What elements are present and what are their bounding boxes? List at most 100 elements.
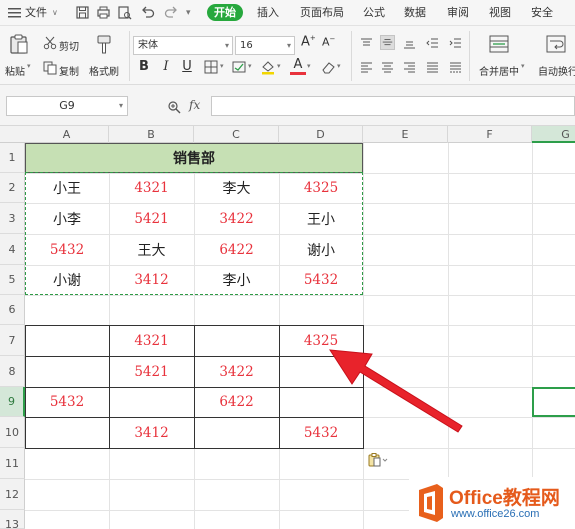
italic-icon[interactable]: I <box>158 59 174 75</box>
table2-cell[interactable]: 5421 <box>109 356 194 387</box>
scissors-icon[interactable] <box>43 36 57 50</box>
hamburger-menu-icon[interactable] <box>7 5 22 20</box>
row-header-3[interactable]: 3 <box>0 203 25 234</box>
table2-cell[interactable]: 5432 <box>25 387 109 417</box>
table2-cell[interactable]: 5432 <box>279 417 363 448</box>
row-header-1[interactable]: 1 <box>0 143 25 173</box>
table2-cell[interactable]: 3412 <box>109 417 194 448</box>
bold-icon[interactable]: B <box>136 59 152 75</box>
chevron-down-icon[interactable]: ▾ <box>220 62 224 70</box>
borders-icon[interactable] <box>203 59 219 75</box>
tab-view[interactable]: 视图 <box>489 0 511 26</box>
name-box[interactable]: G9 ▾ <box>6 96 128 116</box>
wrap-text-button[interactable]: 自动换行 <box>538 63 575 78</box>
clear-format-icon[interactable] <box>320 59 336 75</box>
align-middle-icon[interactable] <box>380 35 395 50</box>
font-name-select[interactable]: 宋体 ▾ <box>133 36 233 55</box>
tab-page-layout[interactable]: 页面布局 <box>300 0 344 26</box>
customize-toolbar-icon[interactable]: ▾ <box>186 0 191 26</box>
table2-cell[interactable] <box>25 356 109 387</box>
row-header-8[interactable]: 8 <box>0 356 25 387</box>
merged-title-cell[interactable]: 销售部 <box>25 143 363 173</box>
menu-file[interactable]: 文件 <box>25 0 47 26</box>
print-icon[interactable] <box>117 5 132 20</box>
format-painter-icon[interactable] <box>96 33 112 55</box>
row-header-11[interactable]: 11 <box>0 448 25 479</box>
tab-security[interactable]: 安全 <box>531 0 553 26</box>
distributed-align-icon[interactable] <box>448 60 463 75</box>
chevron-down-icon[interactable]: ▾ <box>337 62 341 70</box>
column-header-e[interactable]: E <box>363 126 448 143</box>
column-header-a[interactable]: A <box>25 126 109 143</box>
table2-cell[interactable]: 6422 <box>194 387 279 417</box>
chevron-down-icon[interactable]: ▾ <box>307 62 311 70</box>
table2-cell[interactable] <box>25 417 109 448</box>
tab-insert[interactable]: 插入 <box>257 0 279 26</box>
chevron-down-icon[interactable]: ▾ <box>521 62 525 70</box>
save-icon[interactable] <box>75 5 90 20</box>
align-center-icon[interactable] <box>380 60 395 75</box>
active-cell-selection[interactable] <box>532 387 575 417</box>
table2-cell[interactable]: 3422 <box>194 356 279 387</box>
table2-cell[interactable] <box>194 417 279 448</box>
column-header-d[interactable]: D <box>279 126 363 143</box>
fill-color-icon[interactable] <box>260 59 276 75</box>
chevron-down-icon[interactable]: ▾ <box>248 62 252 70</box>
tab-formula[interactable]: 公式 <box>363 0 385 26</box>
paste-options-icon[interactable] <box>368 453 390 467</box>
zoom-icon[interactable] <box>167 100 181 114</box>
paste-icon[interactable] <box>9 33 29 55</box>
wrap-text-icon[interactable] <box>545 33 567 55</box>
column-header-f[interactable]: F <box>448 126 532 143</box>
align-left-icon[interactable] <box>359 60 374 75</box>
row-header-2[interactable]: 2 <box>0 173 25 203</box>
table2-cell[interactable] <box>279 356 363 387</box>
redo-icon[interactable] <box>164 5 179 20</box>
tab-review[interactable]: 审阅 <box>447 0 469 26</box>
font-color-icon[interactable]: A <box>290 57 306 75</box>
paste-button[interactable]: 粘贴 <box>5 63 25 78</box>
align-top-icon[interactable] <box>359 36 374 51</box>
row-header-4[interactable]: 4 <box>0 234 25 265</box>
column-header-g[interactable]: G <box>532 126 575 143</box>
print-preview-icon[interactable] <box>96 5 111 20</box>
decrease-font-icon[interactable]: A− <box>322 35 335 49</box>
copy-button[interactable]: 复制 <box>59 63 79 78</box>
table2-cell[interactable]: 4325 <box>279 325 363 356</box>
copy-icon[interactable] <box>43 61 57 75</box>
increase-font-icon[interactable]: A+ <box>301 34 316 49</box>
row-header-10[interactable]: 10 <box>0 417 25 448</box>
tab-data[interactable]: 数据 <box>404 0 426 26</box>
format-painter-button[interactable]: 格式刷 <box>89 63 119 78</box>
formula-input[interactable] <box>211 96 575 116</box>
underline-icon[interactable]: U <box>179 59 195 75</box>
column-header-b[interactable]: B <box>109 126 194 143</box>
table2-cell[interactable]: 4321 <box>109 325 194 356</box>
paste-dropdown-icon[interactable]: ▾ <box>27 62 31 70</box>
row-header-9[interactable]: 9 <box>0 387 25 417</box>
tab-start[interactable]: 开始 <box>207 4 243 21</box>
align-right-icon[interactable] <box>402 60 417 75</box>
table2-cell[interactable] <box>279 387 363 417</box>
row-header-7[interactable]: 7 <box>0 325 25 356</box>
table2-cell[interactable] <box>25 325 109 356</box>
font-size-select[interactable]: 16 ▾ <box>235 36 295 55</box>
justify-icon[interactable] <box>425 60 440 75</box>
row-header-13[interactable]: 13 <box>0 510 25 529</box>
undo-icon[interactable] <box>140 5 155 20</box>
merge-center-button[interactable]: 合并居中 <box>479 63 519 78</box>
indent-increase-icon[interactable] <box>448 36 463 51</box>
align-bottom-icon[interactable] <box>402 36 417 51</box>
merge-center-icon[interactable] <box>488 33 510 55</box>
table2-cell[interactable] <box>194 325 279 356</box>
cell-style-icon[interactable] <box>231 59 247 75</box>
row-header-6[interactable]: 6 <box>0 295 25 325</box>
row-header-12[interactable]: 12 <box>0 479 25 510</box>
file-dropdown-icon[interactable]: ∨ <box>52 0 58 26</box>
chevron-down-icon[interactable]: ▾ <box>277 62 281 70</box>
cut-button[interactable]: 剪切 <box>59 38 79 53</box>
row-header-5[interactable]: 5 <box>0 265 25 295</box>
table2-cell[interactable] <box>109 387 194 417</box>
column-header-c[interactable]: C <box>194 126 279 143</box>
fx-icon[interactable]: fx <box>189 98 200 112</box>
